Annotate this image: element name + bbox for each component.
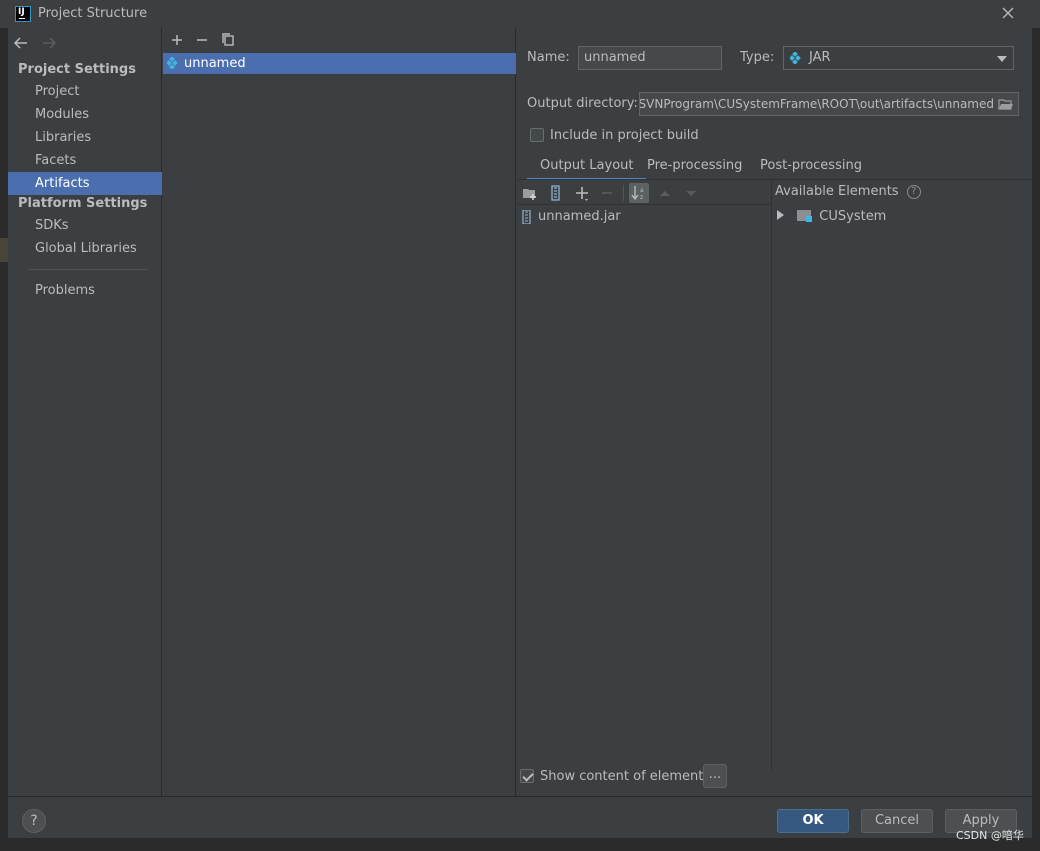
- background-strip-bottom: [0, 838, 1040, 851]
- title-bar: IJ Project Structure: [0, 0, 1040, 28]
- add-icon[interactable]: [168, 31, 186, 49]
- output-layout-panel: a z unnamed.jar: [517, 180, 772, 770]
- sidebar-item-modules[interactable]: Modules: [8, 103, 162, 126]
- remove-icon[interactable]: [193, 31, 211, 49]
- cancel-button[interactable]: Cancel: [861, 809, 933, 833]
- move-up-icon[interactable]: [655, 183, 675, 203]
- output-directory-value: SVNProgram\CUSystemFrame\ROOT\out\artifa…: [639, 97, 994, 111]
- project-structure-dialog: IJ Project Structure Project Settings Pr…: [0, 0, 1040, 851]
- type-label: Type:: [740, 50, 775, 65]
- help-icon[interactable]: ?: [906, 185, 921, 199]
- sort-icon[interactable]: a z: [629, 183, 649, 203]
- toolbar-divider: [623, 185, 624, 201]
- close-icon[interactable]: [1000, 5, 1016, 21]
- layout-tree-item[interactable]: unnamed.jar: [521, 207, 621, 227]
- artifact-jar-icon: [167, 57, 178, 69]
- remove-element-icon[interactable]: [597, 183, 617, 203]
- show-content-checkbox[interactable]: [520, 769, 534, 783]
- name-label: Name:: [527, 50, 570, 65]
- output-layout-toolbar: a z: [517, 180, 772, 205]
- tab-post-processing[interactable]: Post-processing: [760, 158, 862, 180]
- jar-file-icon: [522, 210, 531, 224]
- available-elements-panel: Available Elements ? CUSystem: [773, 180, 1032, 770]
- watermark: CSDN @喑华: [956, 829, 1024, 842]
- background-strip-right: [1032, 28, 1040, 838]
- available-elements-label: Available Elements: [775, 184, 899, 199]
- artifacts-toolbar: [163, 28, 516, 52]
- ok-button[interactable]: OK: [777, 809, 849, 833]
- move-down-icon[interactable]: [681, 183, 701, 203]
- sidebar-item-project[interactable]: Project: [8, 80, 162, 103]
- add-element-icon[interactable]: [572, 183, 592, 203]
- settings-sidebar: Project Settings Project Modules Librari…: [8, 28, 162, 796]
- ellipsis-button[interactable]: ...: [703, 764, 727, 788]
- intellij-app-icon: IJ: [15, 6, 31, 22]
- sidebar-item-problems[interactable]: Problems: [8, 279, 162, 302]
- show-content-label: Show content of elements: [540, 769, 711, 784]
- chevron-down-icon: [997, 56, 1007, 62]
- module-folder-icon: [797, 210, 813, 222]
- available-elements-header: Available Elements ?: [775, 184, 921, 199]
- new-folder-icon[interactable]: [520, 183, 540, 203]
- sidebar-item-sdks[interactable]: SDKs: [8, 214, 162, 237]
- sidebar-item-artifacts[interactable]: Artifacts: [8, 172, 162, 195]
- output-directory-label: Output directory:: [527, 96, 638, 111]
- tab-pre-processing[interactable]: Pre-processing: [647, 158, 742, 180]
- expand-triangle-icon[interactable]: [777, 210, 784, 220]
- sidebar-item-facets[interactable]: Facets: [8, 149, 162, 172]
- project-settings-header: Project Settings: [18, 62, 136, 77]
- dialog-footer: ? OK Cancel Apply: [8, 796, 1032, 838]
- svg-text:z: z: [640, 194, 643, 201]
- output-directory-field[interactable]: SVNProgram\CUSystemFrame\ROOT\out\artifa…: [639, 92, 1019, 116]
- include-in-build-checkbox[interactable]: [530, 128, 544, 142]
- sidebar-item-libraries[interactable]: Libraries: [8, 126, 162, 149]
- folder-open-icon[interactable]: [998, 98, 1014, 110]
- layout-tree-label: unnamed.jar: [538, 209, 621, 224]
- artifact-details-panel: Name: unnamed Type: JAR Output directory…: [517, 28, 1032, 796]
- tab-output-layout[interactable]: Output Layout: [526, 158, 648, 181]
- artifacts-list-panel: unnamed: [163, 28, 516, 796]
- sidebar-divider: [28, 269, 148, 270]
- window-title: Project Structure: [38, 6, 148, 21]
- artifact-list-item[interactable]: unnamed: [163, 53, 516, 74]
- include-in-build-label: Include in project build: [550, 128, 699, 143]
- name-field[interactable]: unnamed: [578, 46, 722, 70]
- help-button[interactable]: ?: [22, 809, 46, 833]
- svg-text:a: a: [640, 187, 644, 194]
- available-tree-item[interactable]: CUSystem: [775, 207, 886, 227]
- background-strip: [0, 28, 8, 838]
- archive-icon[interactable]: [546, 183, 566, 203]
- type-value: JAR: [809, 50, 831, 65]
- artifact-name: unnamed: [184, 56, 246, 71]
- jar-type-icon: [790, 52, 801, 64]
- type-select[interactable]: JAR: [783, 46, 1014, 70]
- available-tree-label: CUSystem: [819, 209, 887, 224]
- platform-settings-header: Platform Settings: [18, 196, 148, 211]
- copy-icon[interactable]: [219, 31, 237, 49]
- arrow-left-icon[interactable]: [13, 35, 29, 51]
- arrow-right-icon[interactable]: [41, 35, 57, 51]
- sidebar-item-global-libraries[interactable]: Global Libraries: [8, 237, 162, 260]
